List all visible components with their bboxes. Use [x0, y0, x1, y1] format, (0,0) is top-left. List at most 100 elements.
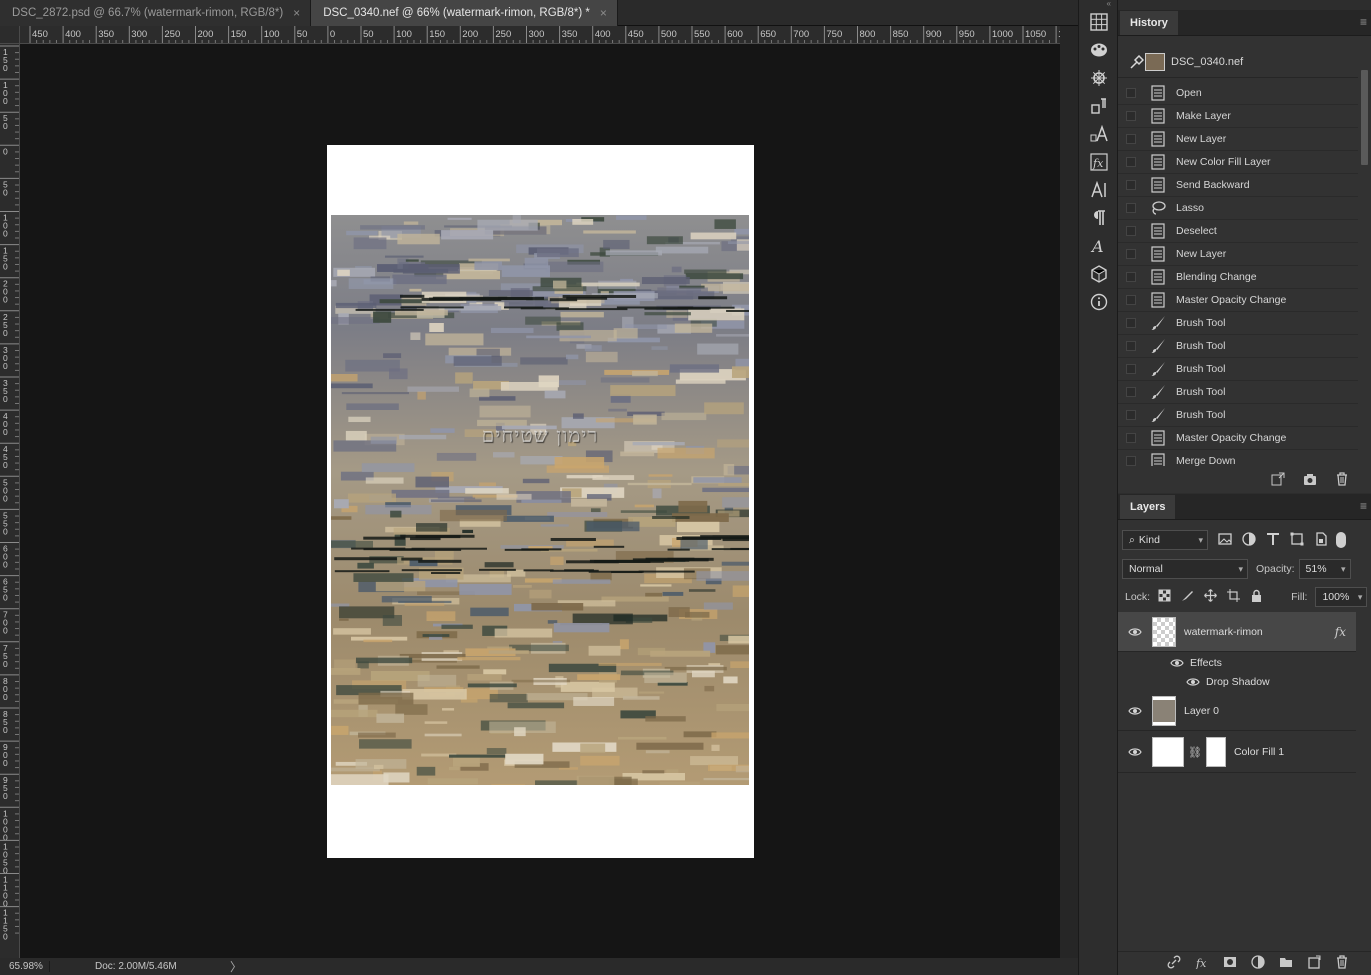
panel-menu-icon[interactable]: ≡	[1360, 499, 1371, 519]
panel-menu-icon[interactable]: ≡	[1360, 15, 1371, 35]
adjustment-filter-icon[interactable]	[1242, 531, 1256, 549]
glyphs-icon[interactable]: A	[1079, 232, 1119, 260]
shape-filter-icon[interactable]	[1290, 532, 1304, 549]
history-brush-source-icon[interactable]	[1130, 54, 1145, 69]
chain-link-icon[interactable]: ⛓	[1188, 746, 1202, 759]
history-scrollbar[interactable]	[1360, 62, 1369, 472]
canvas-scrollbar[interactable]	[1060, 26, 1078, 958]
history-item[interactable]: Master Opacity Change	[1118, 427, 1358, 450]
fill-input[interactable]: 100% ▾	[1315, 587, 1368, 607]
canvas-area[interactable]: רימון שטיחים	[20, 44, 1060, 958]
history-item[interactable]: Lasso	[1118, 197, 1358, 220]
lock-all-icon[interactable]	[1250, 589, 1263, 605]
trash-icon[interactable]	[1335, 955, 1349, 972]
history-item[interactable]: Blending Change	[1118, 266, 1358, 289]
history-item[interactable]: Brush Tool	[1118, 312, 1358, 335]
history-item[interactable]: New Layer	[1118, 243, 1358, 266]
history-item[interactable]: Brush Tool	[1118, 358, 1358, 381]
vertical-ruler[interactable]: 1501005005010015020025030035040045050055…	[0, 44, 20, 958]
swatches-grid-icon[interactable]	[1079, 8, 1119, 36]
history-item[interactable]: Open	[1118, 82, 1358, 105]
status-menu-arrow[interactable]: 〉	[230, 958, 242, 975]
history-source-checkbox[interactable]	[1126, 203, 1136, 213]
kind-filter-select[interactable]: ⌕ Kind ▾	[1122, 530, 1208, 550]
tab-dsc-0340[interactable]: DSC_0340.nef @ 66% (watermark-rimon, RGB…	[311, 0, 618, 26]
trash-icon[interactable]	[1335, 471, 1349, 489]
visibility-eye-icon[interactable]	[1170, 658, 1184, 668]
pixel-filter-icon[interactable]	[1218, 532, 1232, 549]
history-source-checkbox[interactable]	[1126, 272, 1136, 282]
tab-dsc-2872[interactable]: DSC_2872.psd @ 66.7% (watermark-rimon, R…	[0, 0, 312, 26]
paragraph-styles-icon[interactable]	[1079, 92, 1119, 120]
visibility-eye-icon[interactable]	[1186, 677, 1200, 687]
paragraph-icon[interactable]	[1079, 204, 1119, 232]
3d-icon[interactable]	[1079, 260, 1119, 288]
layer-layer-0[interactable]: Layer 0	[1118, 692, 1356, 731]
character-styles-icon[interactable]	[1079, 120, 1119, 148]
history-source-checkbox[interactable]	[1126, 134, 1136, 144]
tab-layers[interactable]: Layers	[1120, 495, 1176, 519]
history-source-checkbox[interactable]	[1126, 111, 1136, 121]
lock-position-icon[interactable]	[1204, 589, 1218, 605]
visibility-eye-icon[interactable]	[1128, 627, 1142, 637]
layer-watermark-rimon[interactable]: watermark-rimon fx	[1118, 612, 1356, 652]
effects-row[interactable]: Effects	[1118, 653, 1356, 672]
new-layer-icon[interactable]	[1307, 955, 1321, 972]
new-document-from-state-icon[interactable]	[1271, 472, 1285, 489]
layer-name[interactable]: Color Fill 1	[1234, 746, 1284, 758]
history-source-checkbox[interactable]	[1126, 157, 1136, 167]
close-icon[interactable]: ×	[600, 6, 607, 20]
layer-name[interactable]: Layer 0	[1184, 705, 1219, 717]
history-source-checkbox[interactable]	[1126, 318, 1136, 328]
add-layer-style-icon[interactable]: fx	[1195, 955, 1209, 972]
visibility-eye-icon[interactable]	[1128, 747, 1142, 757]
tab-history[interactable]: History	[1120, 11, 1178, 35]
collapse-icon[interactable]: «	[1079, 0, 1117, 8]
info-icon[interactable]	[1079, 288, 1119, 316]
fx-icon[interactable]: fx	[1335, 625, 1346, 639]
horizontal-ruler[interactable]: 450 400 350 300 250 200 150 100 50 0 50 100 150 200 25…	[20, 26, 1060, 44]
history-item[interactable]: Brush Tool	[1118, 335, 1358, 358]
history-source-checkbox[interactable]	[1126, 88, 1136, 98]
zoom-level[interactable]: 65.98%	[0, 961, 50, 972]
new-adjustment-layer-icon[interactable]	[1251, 955, 1265, 972]
camera-icon[interactable]	[1303, 472, 1317, 489]
history-source-checkbox[interactable]	[1126, 410, 1136, 420]
smart-object-filter-icon[interactable]	[1314, 531, 1328, 549]
history-snapshot[interactable]: DSC_0340.nef	[1118, 46, 1358, 78]
history-source-checkbox[interactable]	[1126, 249, 1136, 259]
layer-color-fill-1[interactable]: ⛓ Color Fill 1	[1118, 732, 1356, 773]
filter-toggle[interactable]	[1336, 532, 1346, 548]
layer-name[interactable]: watermark-rimon	[1184, 626, 1263, 638]
history-source-checkbox[interactable]	[1126, 180, 1136, 190]
palette-icon[interactable]	[1079, 36, 1119, 64]
history-source-checkbox[interactable]	[1126, 364, 1136, 374]
history-source-checkbox[interactable]	[1126, 341, 1136, 351]
link-layers-icon[interactable]	[1167, 955, 1181, 972]
history-item[interactable]: Deselect	[1118, 220, 1358, 243]
history-item[interactable]: Brush Tool	[1118, 404, 1358, 427]
history-source-checkbox[interactable]	[1126, 387, 1136, 397]
visibility-eye-icon[interactable]	[1128, 706, 1142, 716]
character-icon[interactable]	[1079, 176, 1119, 204]
styles-fx-icon[interactable]: fx	[1079, 148, 1119, 176]
lock-artboard-icon[interactable]	[1227, 589, 1241, 605]
document-canvas[interactable]: רימון שטיחים	[327, 145, 754, 858]
lock-transparent-icon[interactable]	[1158, 589, 1171, 605]
history-source-checkbox[interactable]	[1126, 433, 1136, 443]
new-group-icon[interactable]	[1279, 955, 1293, 972]
history-item[interactable]: Master Opacity Change	[1118, 289, 1358, 312]
adjustments-icon[interactable]	[1079, 64, 1119, 92]
drop-shadow-row[interactable]: Drop Shadow	[1118, 672, 1356, 691]
history-source-checkbox[interactable]	[1126, 295, 1136, 305]
blend-mode-select[interactable]: Normal ▾	[1122, 559, 1248, 579]
history-item[interactable]: New Color Fill Layer	[1118, 151, 1358, 174]
opacity-input[interactable]: 51% ▾	[1298, 559, 1351, 579]
chevron-down-icon[interactable]: ▾	[1358, 592, 1363, 603]
history-item[interactable]: Brush Tool	[1118, 381, 1358, 404]
chevron-down-icon[interactable]: ▾	[1341, 564, 1346, 575]
close-icon[interactable]: ×	[293, 6, 300, 20]
type-filter-icon[interactable]	[1266, 532, 1280, 549]
ruler-corner[interactable]	[0, 26, 20, 44]
history-item[interactable]: New Layer	[1118, 128, 1358, 151]
